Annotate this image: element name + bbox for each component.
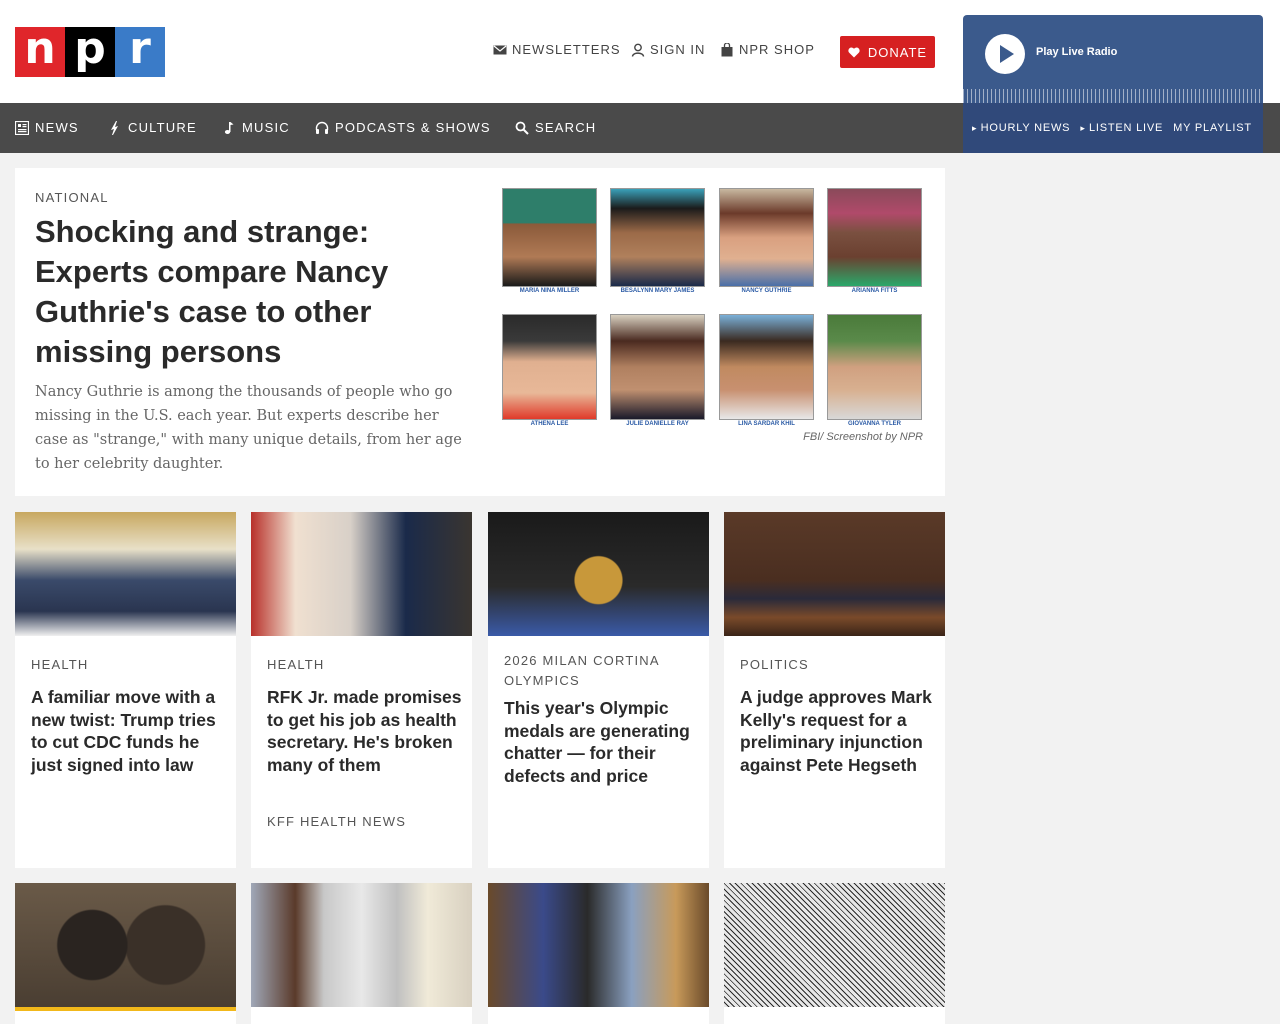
npr-shop-link[interactable]: NPR SHOP (720, 42, 815, 57)
featured-story: NATIONAL Shocking and strange: Experts c… (15, 168, 945, 496)
newsletters-label: NEWSLETTERS (512, 42, 621, 57)
donate-button[interactable]: DONATE (840, 36, 935, 68)
story-thumbnail[interactable] (15, 883, 236, 1007)
story-card[interactable]: HEALTH A familiar move with a new twist:… (15, 512, 236, 868)
story-thumbnail[interactable] (724, 883, 945, 1007)
story-card[interactable] (724, 883, 945, 1024)
photo-caption: ARIANNA FITTS (851, 288, 898, 294)
story-thumbnail[interactable] (251, 883, 472, 1007)
logo-letter-p: p (65, 27, 115, 77)
story-card[interactable]: 2026 MILAN CORTINA OLYMPICS This year's … (488, 512, 709, 868)
story-thumbnail[interactable] (488, 512, 709, 636)
logo-letter-n: n (15, 27, 65, 77)
story-section[interactable]: POLITICS (740, 655, 930, 675)
photo-caption: JULIE DANIELLE RAY (626, 421, 689, 427)
story-card[interactable] (251, 883, 472, 1024)
photo-credit: FBI/ Screenshot by NPR (803, 431, 923, 443)
npr-shop-label: NPR SHOP (739, 42, 815, 57)
story-thumbnail[interactable] (251, 512, 472, 636)
story-section[interactable]: NATIONAL (35, 190, 109, 205)
nav-search[interactable]: SEARCH (515, 120, 596, 135)
heart-icon (848, 47, 860, 57)
portrait-photo: JULIE DANIELLE RAY (610, 314, 705, 427)
photo-caption: LINA SARDAR KHIL (738, 421, 795, 427)
story-headline[interactable]: A judge approves Mark Kelly's request fo… (740, 686, 940, 776)
story-thumbnail[interactable] (488, 883, 709, 1007)
play-live-radio-label[interactable]: Play Live Radio (1036, 46, 1117, 58)
story-section[interactable]: HEALTH (267, 655, 457, 675)
photo-caption: GIOVANNA TYLER (847, 421, 901, 427)
donate-label: DONATE (867, 44, 928, 60)
nav-podcasts-shows[interactable]: PODCASTS & SHOWS (315, 120, 491, 135)
nav-culture[interactable]: CULTURE (108, 120, 197, 135)
news-icon (15, 120, 29, 135)
nav-music[interactable]: MUSIC (222, 120, 290, 135)
photo-caption: ATHENA LEE (530, 421, 569, 427)
portrait-photo: ARIANNA FITTS (827, 188, 922, 294)
my-playlist-link[interactable]: MY PLAYLIST (1173, 122, 1252, 134)
story-card[interactable] (488, 883, 709, 1024)
story-card[interactable]: POLITICS A judge approves Mark Kelly's r… (724, 512, 945, 868)
logo-letter-r: r (115, 27, 165, 77)
audio-waveform (963, 89, 1263, 103)
portrait-photo: BESALYNN MARY JAMES (610, 188, 705, 294)
story-headline[interactable]: A familiar move with a new twist: Trump … (31, 686, 231, 776)
music-note-icon (224, 121, 234, 134)
story-section[interactable]: HEALTH (31, 655, 221, 675)
accent-bar (15, 1007, 236, 1011)
story-thumbnail[interactable] (15, 512, 236, 636)
story-card[interactable]: HEALTH RFK Jr. made promises to get his … (251, 512, 472, 868)
story-headline[interactable]: This year's Olympic medals are generatin… (504, 697, 704, 787)
portrait-photo: MARIA NINA MILLER (502, 188, 597, 294)
envelope-icon (493, 45, 507, 54)
story-teaser: Nancy Guthrie is among the thousands of … (35, 384, 462, 472)
story-headline[interactable]: RFK Jr. made promises to get his job as … (267, 686, 467, 776)
npr-logo[interactable]: n p r (15, 27, 165, 77)
story-headline[interactable]: Shocking and strange: Experts compare Na… (35, 212, 445, 372)
portrait-photo: GIOVANNA TYLER (827, 314, 922, 427)
photo-caption: MARIA NINA MILLER (519, 288, 580, 294)
hourly-news-link[interactable]: HOURLY NEWS (972, 122, 1070, 134)
story-source[interactable]: KFF HEALTH NEWS (267, 814, 406, 829)
nav-podcasts-label: PODCASTS & SHOWS (335, 120, 491, 135)
user-icon (631, 43, 645, 57)
player-links: HOURLY NEWS LISTEN LIVE MY PLAYLIST (963, 103, 1263, 153)
nav-news[interactable]: NEWS (15, 120, 79, 135)
culture-icon (111, 120, 118, 135)
story-thumbnail[interactable] (724, 512, 945, 636)
story-section[interactable]: 2026 MILAN CORTINA OLYMPICS (504, 651, 694, 691)
sign-in-label: SIGN IN (650, 42, 706, 57)
live-radio-player: Play Live Radio HOURLY NEWS LISTEN LIVE … (963, 15, 1263, 153)
search-icon (515, 121, 529, 135)
nav-search-label: SEARCH (535, 120, 597, 135)
portrait-photo: ATHENA LEE (502, 314, 597, 427)
photo-caption: NANCY GUTHRIE (741, 288, 792, 294)
nav-news-label: NEWS (35, 120, 79, 135)
headphones-icon (315, 121, 329, 134)
listen-live-link[interactable]: LISTEN LIVE (1080, 122, 1163, 134)
sign-in-link[interactable]: SIGN IN (631, 42, 705, 57)
portrait-photo: LINA SARDAR KHIL (719, 314, 814, 427)
nav-culture-label: CULTURE (128, 120, 197, 135)
shopping-bag-icon (721, 42, 733, 56)
photo-caption: BESALYNN MARY JAMES (620, 288, 695, 294)
nav-music-label: MUSIC (242, 120, 290, 135)
newsletters-link[interactable]: NEWSLETTERS (493, 42, 621, 57)
play-icon[interactable] (985, 34, 1025, 74)
portrait-photo: NANCY GUTHRIE (719, 188, 814, 294)
story-card[interactable] (15, 883, 236, 1024)
